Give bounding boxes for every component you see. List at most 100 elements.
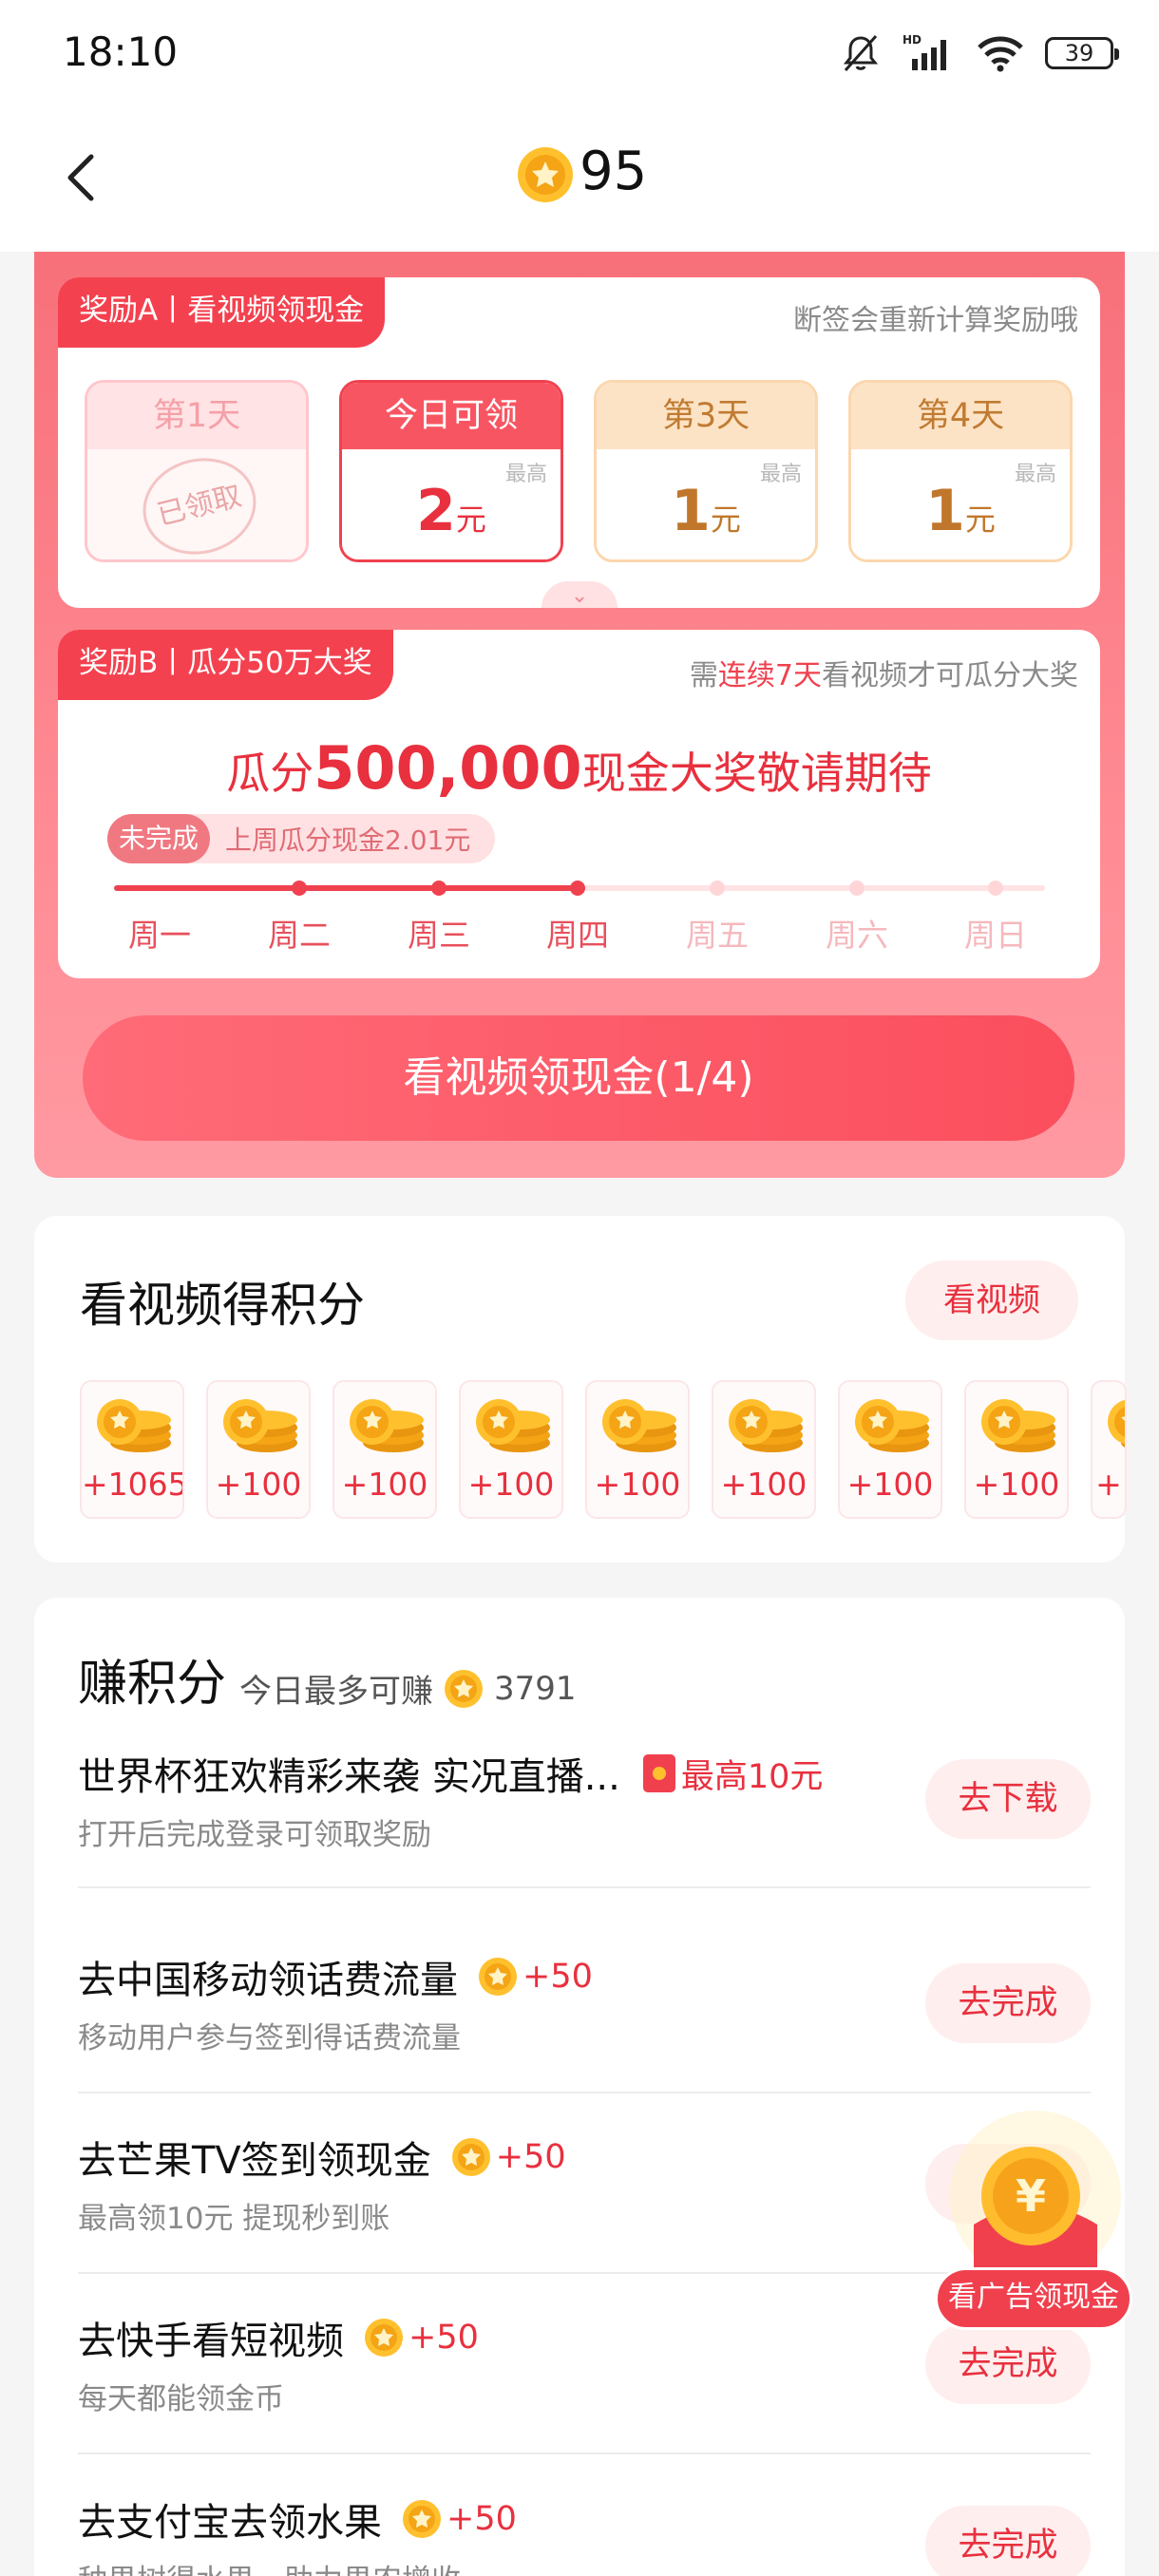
daily-max: 今日最多可赚 3791 xyxy=(239,1665,577,1712)
coin-balance: 95 xyxy=(580,141,648,202)
task-desc: 最高领10元 提现秒到账 xyxy=(78,2202,390,2236)
mute-icon xyxy=(843,35,879,71)
status-icons: HD 39 xyxy=(840,32,1119,74)
points-value: +100 xyxy=(846,1466,934,1503)
day-label: 第4天 xyxy=(851,383,1070,449)
coin-stack-icon xyxy=(981,1399,1055,1452)
task-desc: 打开后完成登录可领取奖励 xyxy=(78,1818,431,1852)
day-label: 第3天 xyxy=(597,383,815,449)
coin-icon xyxy=(479,1958,517,1996)
points-tile[interactable]: + xyxy=(1091,1380,1127,1519)
points-tile[interactable]: +100 xyxy=(332,1380,437,1519)
signal-icon: HD xyxy=(902,33,946,70)
coin-stack-icon xyxy=(729,1399,803,1452)
task-title-line: 去支付宝去领水果 +50 xyxy=(78,2491,517,2547)
weekday-label: 周六 xyxy=(826,917,888,954)
daily-max-label: 今日最多可赚 xyxy=(239,1673,433,1711)
prize-text: 瓜分 xyxy=(226,748,314,799)
task-title-line: 去快手看短视频 +50 xyxy=(78,2310,479,2365)
points-tile[interactable]: +100 xyxy=(585,1380,690,1519)
back-arrow-icon[interactable] xyxy=(59,147,106,208)
reward-b-tag: 奖励B丨瓜分50万大奖 xyxy=(58,630,393,700)
task-bonus: +50 xyxy=(446,2500,517,2538)
reward-unit: 元 xyxy=(455,502,486,538)
hint-highlight: 连续7天 xyxy=(717,659,822,692)
day-label: 第1天 xyxy=(87,383,306,449)
day-card-today[interactable]: 今日可领 最高 2元 xyxy=(339,380,563,562)
task-title-line: 世界杯狂欢精彩来袭 实况直播... 最高10元 xyxy=(78,1746,823,1801)
progress-dot xyxy=(570,881,585,896)
task-title-line: 去中国移动领话费流量 +50 xyxy=(78,1949,593,2004)
progress-dot xyxy=(292,881,307,896)
points-tile[interactable]: +100 xyxy=(964,1380,1069,1519)
coin-icon xyxy=(518,147,573,202)
hint-text: 看视频才可瓜分大奖 xyxy=(822,659,1078,692)
task-title-line: 去芒果TV签到领现金 +50 xyxy=(78,2130,566,2185)
coin-stack-icon xyxy=(97,1399,171,1452)
task-action-button[interactable]: 去下载 xyxy=(925,1759,1091,1839)
day-label: 今日可领 xyxy=(342,383,560,449)
points-tile[interactable]: +100 xyxy=(459,1380,563,1519)
weekday-label: 周二 xyxy=(268,917,331,954)
points-tile[interactable]: +100 xyxy=(838,1380,942,1519)
status-badge: 未完成 xyxy=(107,814,211,863)
divider xyxy=(78,1886,1091,1888)
reward-a-tag: 奖励A丨看视频领现金 xyxy=(58,277,386,348)
coin-stack-icon xyxy=(855,1399,929,1452)
watch-video-cash-button[interactable]: 看视频领现金(1/4) xyxy=(83,1015,1074,1141)
grand-prize-line: 瓜分500,000现金大奖敬请期待 xyxy=(58,733,1100,803)
prize-text: 现金大奖敬请期待 xyxy=(581,748,932,799)
task-title: 世界杯狂欢精彩来袭 实况直播... xyxy=(78,1755,620,1799)
daily-max-value: 3791 xyxy=(494,1669,577,1708)
day-card-4: 第4天 最高 1元 xyxy=(848,380,1073,562)
coin-stack-icon xyxy=(223,1399,297,1452)
reward-amount: 1 xyxy=(925,478,965,544)
points-value: +100 xyxy=(467,1466,555,1503)
progress-dot xyxy=(431,881,446,896)
points-tile[interactable]: +100 xyxy=(206,1380,311,1519)
task-bonus: +50 xyxy=(495,2138,566,2176)
task-title: 去中国移动领话费流量 xyxy=(78,1959,458,2002)
points-value: +100 xyxy=(973,1466,1060,1503)
points-value: +100 xyxy=(720,1466,808,1503)
day-card-3: 第3天 最高 1元 xyxy=(594,380,818,562)
status-time: 18:10 xyxy=(63,28,179,75)
watch-video-button[interactable]: 看视频 xyxy=(905,1260,1078,1340)
last-week-text: 上周瓜分现金2.01元 xyxy=(225,824,471,856)
points-tile[interactable]: +1065 xyxy=(80,1380,184,1519)
points-value: + xyxy=(1095,1466,1122,1503)
coin-icon xyxy=(403,2500,441,2538)
weekday-label: 周一 xyxy=(128,917,191,954)
points-value: +100 xyxy=(215,1466,302,1503)
task-desc: 每天都能领金币 xyxy=(78,2382,284,2416)
points-value: +1065 xyxy=(82,1466,184,1503)
coin-stack-icon xyxy=(1108,1399,1125,1448)
svg-text:HD: HD xyxy=(902,33,922,47)
weekday-label: 周三 xyxy=(408,917,470,954)
ad-cash-label[interactable]: 看广告领现金 xyxy=(935,2267,1132,2330)
task-title: 去快手看短视频 xyxy=(78,2320,344,2363)
claimed-stamp: 已领取 xyxy=(132,445,267,559)
task-action-button[interactable]: 去完成 xyxy=(925,2506,1091,2576)
reward-a-hint: 断签会重新计算奖励哦 xyxy=(793,304,1078,337)
earn-points-section xyxy=(34,1598,1125,2576)
wifi-icon xyxy=(978,36,1023,72)
section-title: 看视频得积分 xyxy=(80,1278,365,1333)
reward-amount: 1 xyxy=(671,478,711,544)
weekday-label: 周四 xyxy=(546,917,609,954)
section-title: 赚积分 xyxy=(78,1656,227,1713)
battery-icon: 39 xyxy=(1045,37,1119,69)
progress-dot xyxy=(988,881,1003,896)
task-title: 去芒果TV签到领现金 xyxy=(78,2139,431,2183)
coin-stack-icon xyxy=(476,1399,550,1452)
task-bonus: +50 xyxy=(522,1958,593,1996)
task-bonus: +50 xyxy=(408,2319,479,2357)
coin-icon xyxy=(445,1669,483,1708)
points-value: +100 xyxy=(341,1466,428,1503)
points-tile[interactable]: +100 xyxy=(712,1380,816,1519)
expand-chevron-icon[interactable]: ⌄ xyxy=(542,581,618,608)
weekday-label: 周日 xyxy=(964,917,1027,954)
task-desc: 移动用户参与签到得话费流量 xyxy=(78,2021,461,2055)
task-action-button[interactable]: 去完成 xyxy=(925,1963,1091,2043)
reward-unit: 元 xyxy=(710,502,741,538)
